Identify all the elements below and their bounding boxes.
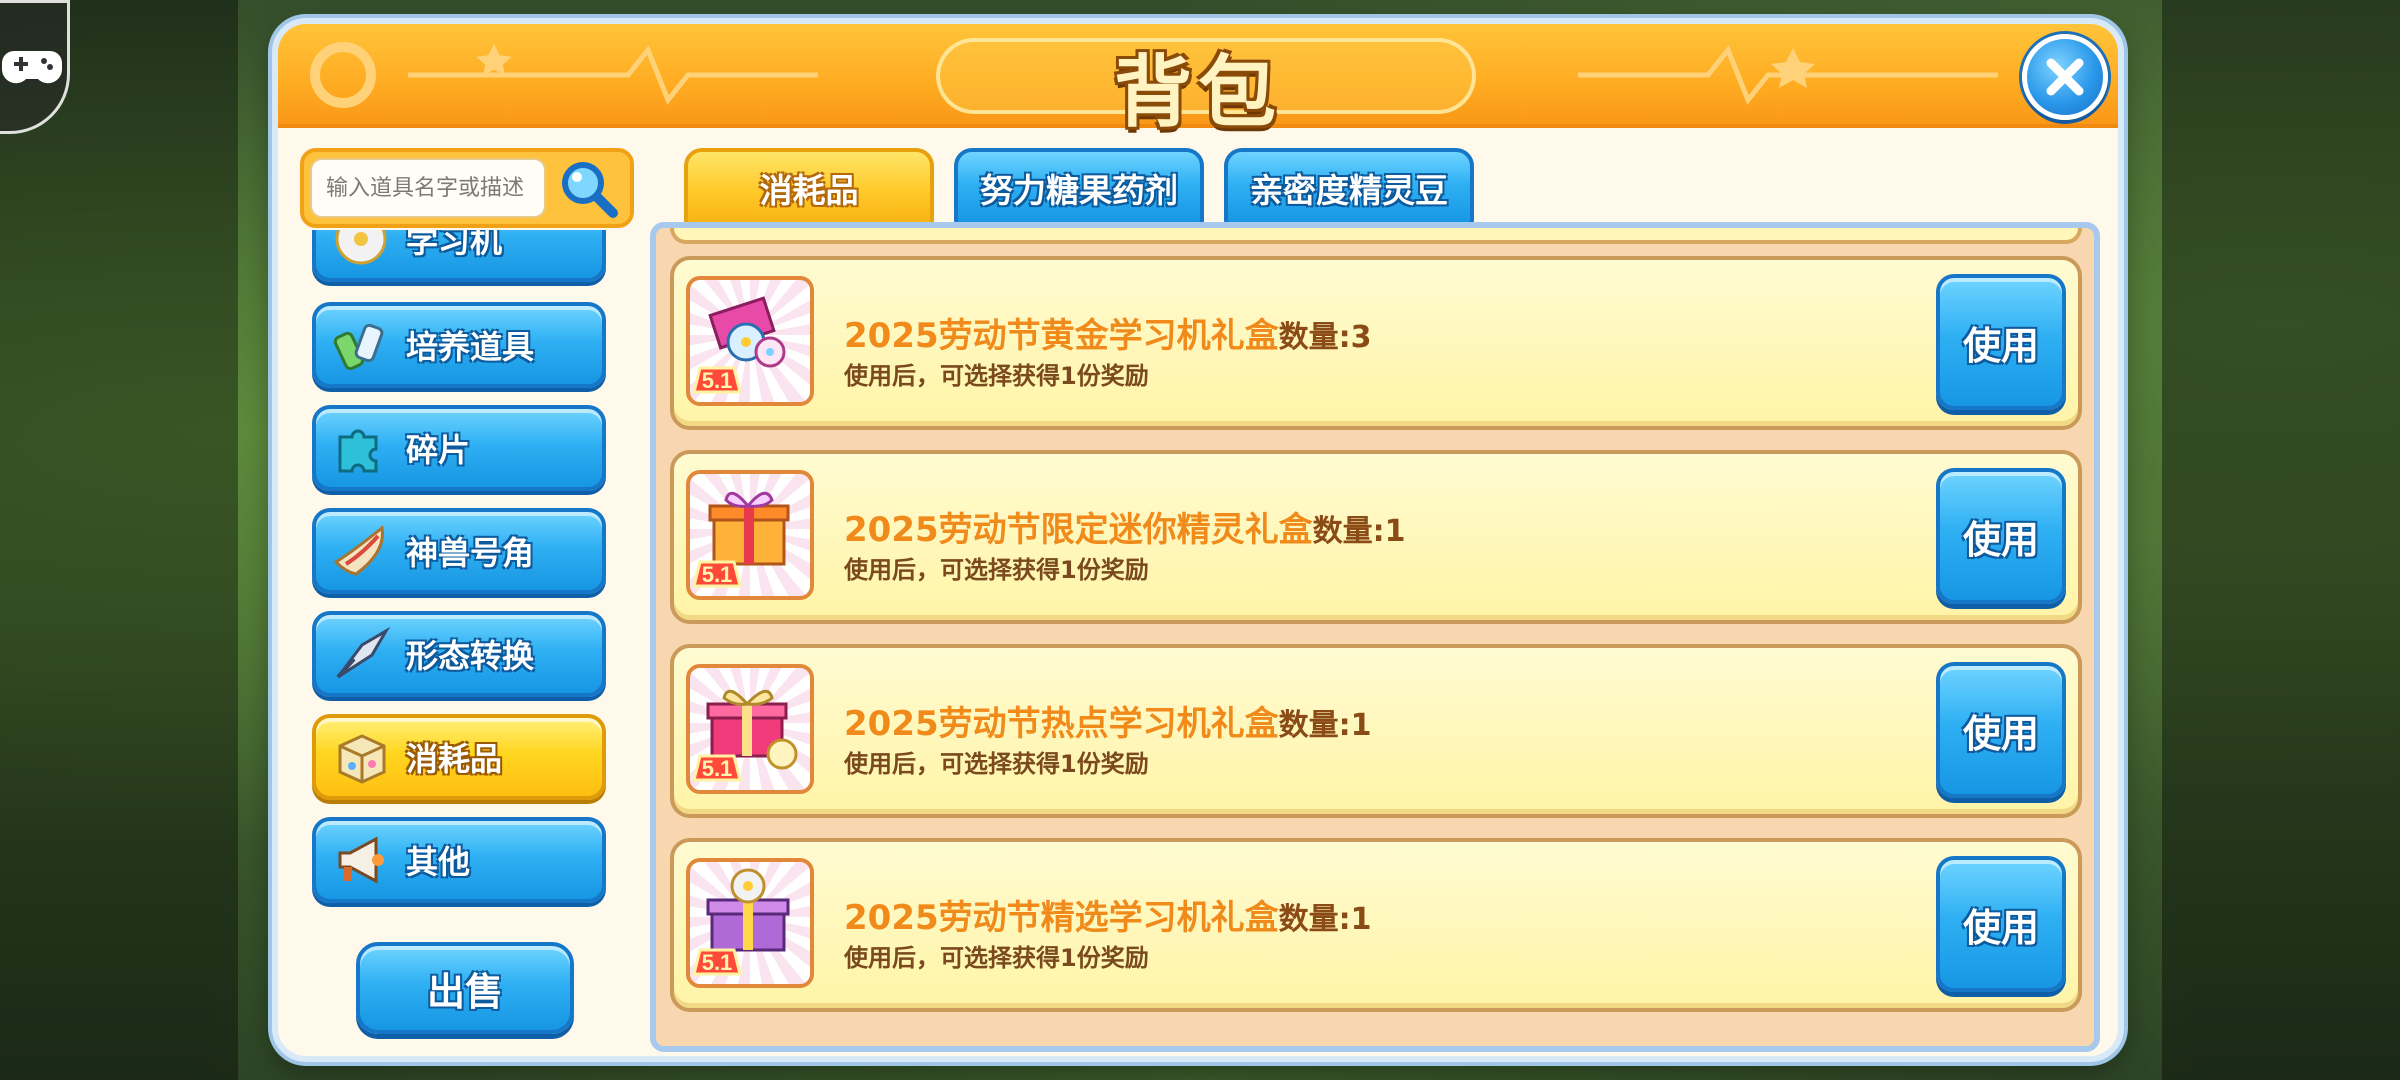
sidebar-item-label: 其他	[406, 843, 471, 881]
item-description: 使用后，可选择获得1份奖励	[844, 556, 1149, 584]
gold-gift-box-icon: 5.1	[686, 276, 814, 406]
sidebar-item-consumables[interactable]: 消耗品	[312, 714, 606, 800]
horn-icon	[330, 520, 392, 582]
sidebar-item-label: 学习机	[406, 230, 503, 260]
backpack-panel: 背包 学习机 培养道具	[272, 18, 2124, 1062]
use-button[interactable]: 使用	[1936, 274, 2066, 410]
use-button[interactable]: 使用	[1936, 856, 2066, 992]
badge-text: 5.1	[702, 562, 733, 587]
megaphone-icon	[330, 829, 392, 891]
sidebar-item-beast-horn[interactable]: 神兽号角	[312, 508, 606, 594]
item-name: 2025劳动节黄金学习机礼盒	[844, 316, 1279, 356]
use-button[interactable]: 使用	[1936, 468, 2066, 604]
dim-overlay-right	[2162, 0, 2400, 1080]
item-name: 2025劳动节精选学习机礼盒	[844, 898, 1279, 938]
sidebar-item-label: 消耗品	[406, 740, 503, 778]
close-icon	[2046, 58, 2084, 96]
potion-icon	[330, 314, 392, 376]
tab-affinity-spirit-bean[interactable]: 亲密度精灵豆	[1224, 148, 1474, 228]
item-quantity: 1	[1384, 514, 1406, 549]
list-item: 5.1 2025劳动节热点学习机礼盒数量:1 使用后，可选择获得1份奖励 使用	[670, 644, 2082, 818]
hot-gift-box-icon: 5.1	[686, 664, 814, 794]
sidebar-item-label: 形态转换	[406, 637, 535, 675]
use-button[interactable]: 使用	[1936, 662, 2066, 798]
list-item: 5.1 2025劳动节精选学习机礼盒数量:1 使用后，可选择获得1份奖励 使用	[670, 838, 2082, 1012]
sidebar-item-label: 培养道具	[406, 328, 535, 366]
box-icon	[330, 726, 392, 788]
item-quantity-label: 数量:	[1278, 708, 1351, 743]
item-name: 2025劳动节热点学习机礼盒	[844, 704, 1279, 744]
item-quantity: 1	[1350, 902, 1372, 937]
search-icon	[562, 162, 618, 218]
panel-title: 背包	[1113, 48, 1282, 138]
badge-text: 5.1	[702, 950, 733, 975]
disc-icon	[330, 230, 392, 270]
gamepad-icon	[2, 51, 62, 84]
sidebar-item-learning-machine[interactable]: 学习机	[312, 230, 606, 282]
blade-icon	[330, 623, 392, 685]
dim-overlay-left	[0, 0, 238, 1080]
sidebar-item-label: 碎片	[406, 431, 471, 469]
puzzle-icon	[330, 417, 392, 479]
selected-gift-box-icon: 5.1	[686, 858, 814, 988]
item-name-line: 2025劳动节精选学习机礼盒数量:1	[844, 890, 1372, 939]
search-button[interactable]	[554, 156, 624, 222]
list-item: 5.1 2025劳动节限定迷你精灵礼盒数量:1 使用后，可选择获得1份奖励 使用	[670, 450, 2082, 624]
item-quantity: 3	[1350, 320, 1372, 355]
search-input[interactable]	[310, 158, 546, 218]
tab-effort-candy-potion[interactable]: 努力糖果药剂	[954, 148, 1204, 228]
sidebar-item-label: 神兽号角	[406, 534, 535, 572]
item-name-line: 2025劳动节黄金学习机礼盒数量:3	[844, 308, 1372, 357]
badge-text: 5.1	[702, 756, 733, 781]
category-sidebar: 学习机 培养道具 碎片 神兽号角 形态转换 消耗品 其他	[300, 230, 640, 950]
sidebar-item-form-change[interactable]: 形态转换	[312, 611, 606, 697]
item-quantity-label: 数量:	[1278, 320, 1351, 355]
list-item: 5.1 2025劳动节黄金学习机礼盒数量:3 使用后，可选择获得1份奖励 使用	[670, 256, 2082, 430]
item-name: 2025劳动节限定迷你精灵礼盒	[844, 510, 1313, 550]
mini-spirit-gift-box-icon: 5.1	[686, 470, 814, 600]
item-name-line: 2025劳动节热点学习机礼盒数量:1	[844, 696, 1372, 745]
sell-button[interactable]: 出售	[356, 942, 574, 1034]
item-quantity-label: 数量:	[1312, 514, 1385, 549]
item-name-line: 2025劳动节限定迷你精灵礼盒数量:1	[844, 502, 1406, 551]
item-list: 5.1 2025劳动节黄金学习机礼盒数量:3 使用后，可选择获得1份奖励 使用 …	[650, 222, 2100, 1052]
item-quantity-label: 数量:	[1278, 902, 1351, 937]
tab-consumables[interactable]: 消耗品	[684, 148, 934, 228]
sidebar-item-fragments[interactable]: 碎片	[312, 405, 606, 491]
close-button[interactable]	[2022, 34, 2108, 120]
panel-header: 背包	[278, 24, 2118, 138]
sidebar-item-others[interactable]: 其他	[312, 817, 606, 903]
badge-text: 5.1	[702, 368, 733, 393]
sidebar-item-training-items[interactable]: 培养道具	[312, 302, 606, 388]
list-item-partial	[670, 228, 2082, 244]
item-quantity: 1	[1350, 708, 1372, 743]
search-bar	[300, 148, 634, 228]
item-description: 使用后，可选择获得1份奖励	[844, 944, 1149, 972]
item-description: 使用后，可选择获得1份奖励	[844, 750, 1149, 778]
item-description: 使用后，可选择获得1份奖励	[844, 362, 1149, 390]
